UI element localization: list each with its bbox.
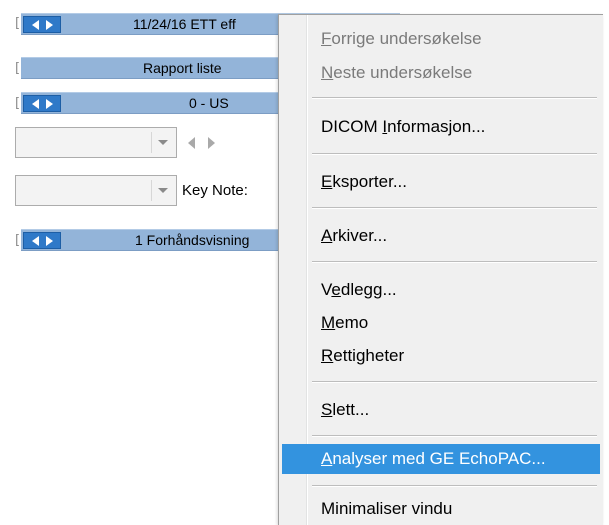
menu-separator (312, 435, 597, 437)
menu-item-mnemonic: E (321, 172, 333, 191)
menu-item-mnemonic: F (321, 29, 332, 48)
menu-item-text: dlegg... (340, 280, 397, 299)
menu-item-memo[interactable]: Memo (282, 308, 600, 338)
menu-item-delete[interactable]: Slett... (282, 395, 600, 425)
menu-item-text: V (321, 280, 332, 299)
row-bracket: [ (15, 16, 21, 31)
preview-header-label: 1 Forhåndsvisning (135, 232, 250, 248)
menu-item-text: ksporter... (332, 172, 407, 191)
menu-item-mnemonic: A (321, 226, 333, 245)
arrow-left-icon[interactable] (188, 137, 195, 149)
row-bracket: [ (15, 233, 21, 248)
menu-item-mnemonic: A (321, 449, 333, 468)
menu-separator (312, 261, 597, 263)
menu-item-text: orrige undersøkelse (331, 29, 482, 48)
row-bracket: [ (15, 96, 21, 111)
menu-separator (312, 381, 597, 383)
key-note-select[interactable] (15, 175, 177, 206)
menu-separator (312, 97, 597, 99)
menu-item-mnemonic: M (321, 313, 336, 332)
menu-item-analyze-echopac[interactable]: Analyser med GE EchoPAC... (282, 444, 600, 474)
study-nav-arrows[interactable] (23, 16, 61, 33)
menu-item-text: lett... (332, 400, 370, 419)
menu-item-dicom-info[interactable]: DICOM Informasjon... (282, 112, 600, 142)
arrow-right-icon[interactable] (46, 20, 53, 30)
arrow-left-icon[interactable] (32, 99, 39, 109)
preview-nav-arrows[interactable] (23, 232, 61, 249)
arrow-left-icon[interactable] (32, 20, 39, 30)
menu-item-permissions[interactable]: Rettigheter (282, 341, 600, 371)
chevron-down-icon[interactable] (158, 188, 168, 193)
arrow-right-icon[interactable] (46, 236, 53, 246)
menu-item-archive[interactable]: Arkiver... (282, 221, 600, 251)
menu-item-text: nformasjon... (387, 117, 486, 136)
menu-item-text: este undersøkelse (333, 63, 473, 82)
menu-item-mnemonic: e (331, 280, 341, 299)
menu-item-export[interactable]: Eksporter... (282, 167, 600, 197)
arrow-right-icon[interactable] (46, 99, 53, 109)
arrow-right-icon[interactable] (208, 137, 215, 149)
menu-item-text: nalyser med GE EchoPAC... (332, 449, 546, 468)
menu-item-next-study[interactable]: Neste undersøkelse (282, 58, 600, 88)
menu-separator (312, 485, 597, 487)
menu-item-text: rkiver... (332, 226, 388, 245)
menu-separator (312, 207, 597, 209)
context-menu: Forrige undersøkelse Neste undersøkelse … (278, 14, 603, 525)
combo-separator (151, 180, 152, 201)
menu-item-text: emo (335, 313, 369, 332)
chevron-down-icon[interactable] (158, 140, 168, 145)
menu-item-mnemonic: S (321, 400, 333, 419)
menu-item-text: ettigheter (333, 346, 405, 365)
combo-separator (151, 132, 152, 153)
arrow-left-icon[interactable] (32, 236, 39, 246)
menu-item-text: DICOM (321, 117, 383, 136)
menu-item-minimize-window[interactable]: Minimaliser vindu (282, 494, 600, 524)
series-header-label: 0 - US (189, 95, 229, 111)
menu-item-text: Minimaliser vindu (321, 499, 453, 518)
menu-item-previous-study[interactable]: Forrige undersøkelse (282, 24, 600, 54)
menu-item-attachments[interactable]: Vedlegg... (282, 275, 600, 305)
series-select[interactable] (15, 127, 177, 158)
key-note-label: Key Note: (182, 182, 248, 199)
report-list-label: Rapport liste (143, 60, 222, 76)
menu-item-mnemonic: N (321, 63, 334, 82)
row-bracket: [ (15, 61, 21, 76)
study-header-label: 11/24/16 ETT eff (133, 16, 236, 32)
menu-separator (312, 153, 597, 155)
series-nav-arrows[interactable] (23, 95, 61, 112)
menu-item-mnemonic: R (321, 346, 334, 365)
